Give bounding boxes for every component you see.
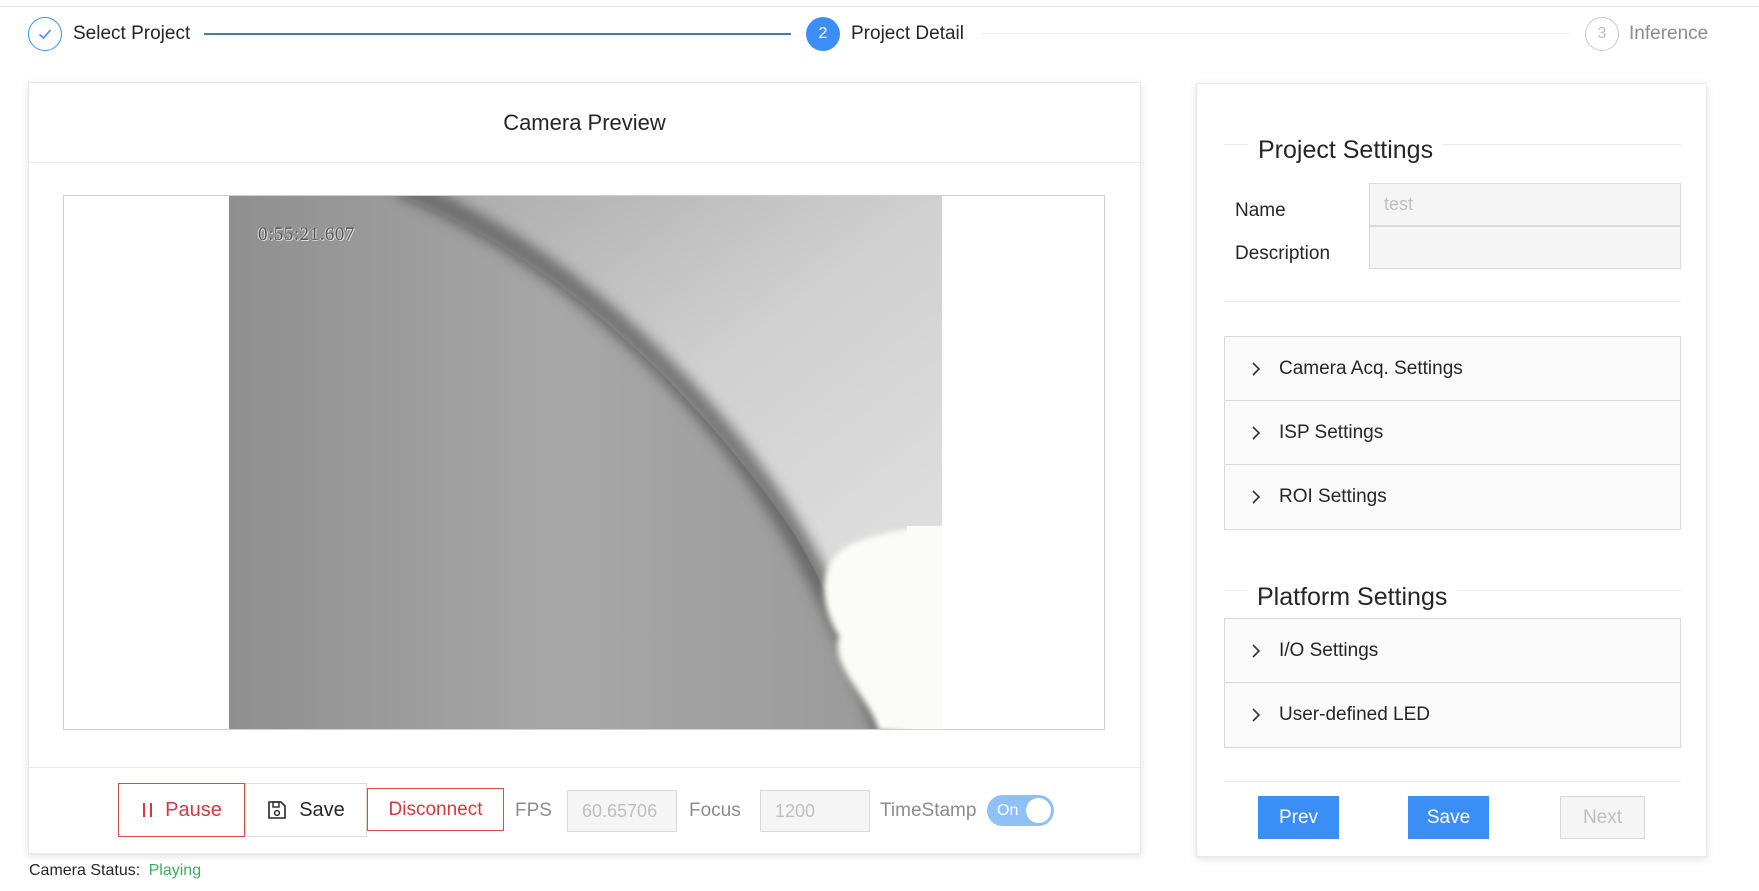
step-3-label[interactable]: Inference <box>1629 17 1708 51</box>
chevron-right-icon <box>1249 425 1263 440</box>
disconnect-label: Disconnect <box>388 798 483 820</box>
description-input[interactable] <box>1369 226 1681 269</box>
save-icon <box>268 801 287 819</box>
name-label: Name <box>1235 200 1286 221</box>
camera-preview-title: Camera Preview <box>29 83 1140 163</box>
prev-button[interactable]: Prev <box>1258 796 1339 839</box>
fps-label: FPS <box>515 800 552 821</box>
nav-divider <box>1224 781 1681 782</box>
toggle-knob <box>1026 798 1051 823</box>
description-label: Description <box>1235 243 1331 264</box>
collapse-roi-label: ROI Settings <box>1279 486 1387 507</box>
pause-button-label: Pause <box>165 798 222 821</box>
camera-timestamp-overlay: 0:55:21.607 <box>258 224 355 245</box>
step-1-connector <box>204 33 791 35</box>
step-2-connector <box>981 33 1569 34</box>
chevron-right-icon <box>1249 708 1263 722</box>
step-2-number: 2 <box>818 25 828 42</box>
step-2-circle[interactable]: 2 <box>806 17 840 51</box>
camera-status-label: Camera Status: <box>29 862 141 879</box>
platform-settings-title: Platform Settings <box>1247 583 1458 612</box>
camera-preview-card: Camera Preview 0:55:21.607 Pause Save Di… <box>28 82 1141 854</box>
save-frame-button[interactable]: Save <box>245 783 367 837</box>
collapse-led[interactable]: User-defined LED <box>1225 683 1680 747</box>
timestamp-toggle-text: On <box>997 801 1019 819</box>
step-1-circle[interactable] <box>28 17 62 51</box>
collapse-roi[interactable]: ROI Settings <box>1225 465 1680 529</box>
chevron-right-icon <box>1249 490 1263 504</box>
focus-input[interactable]: 1200 <box>760 790 870 832</box>
step-2-label[interactable]: Project Detail <box>851 17 964 51</box>
collapse-camera-acq-label: Camera Acq. Settings <box>1279 357 1463 379</box>
camera-preview-frame: 0:55:21.607 <box>63 195 1105 730</box>
name-input[interactable]: test <box>1369 183 1681 226</box>
check-icon <box>38 29 52 40</box>
camera-status-value: Playing <box>148 862 202 879</box>
timestamp-toggle[interactable]: On <box>987 795 1054 826</box>
project-settings-title: Project Settings <box>1248 136 1444 165</box>
chevron-right-icon <box>1249 361 1263 376</box>
collapse-isp[interactable]: ISP Settings <box>1225 401 1680 465</box>
project-form-divider <box>1224 301 1681 302</box>
fps-input[interactable]: 60.65706 <box>567 790 677 832</box>
next-button[interactable]: Next <box>1560 796 1645 839</box>
focus-label: Focus <box>689 800 741 821</box>
step-1-label[interactable]: Select Project <box>73 17 190 51</box>
disconnect-button[interactable]: Disconnect <box>367 788 504 831</box>
chevron-right-icon <box>1249 643 1263 658</box>
save-project-button[interactable]: Save <box>1408 796 1489 839</box>
collapse-io[interactable]: I/O Settings <box>1225 619 1680 683</box>
preview-footer-divider <box>29 767 1140 768</box>
collapse-isp-label: ISP Settings <box>1279 421 1384 443</box>
camera-image <box>229 196 942 729</box>
timestamp-label: TimeStamp <box>880 800 977 821</box>
step-3-number: 3 <box>1597 25 1607 42</box>
pause-icon <box>143 803 153 817</box>
platform-settings-collapse: I/O Settings User-defined LED <box>1224 618 1681 748</box>
collapse-led-label: User-defined LED <box>1279 704 1431 725</box>
step-3-circle[interactable]: 3 <box>1585 17 1619 51</box>
save-frame-label: Save <box>299 798 345 821</box>
collapse-io-label: I/O Settings <box>1279 639 1379 661</box>
steps-bar: Select Project 2 Project Detail 3 Infere… <box>0 0 1759 70</box>
pause-button[interactable]: Pause <box>118 783 245 837</box>
project-settings-collapse: Camera Acq. Settings ISP Settings ROI Se… <box>1224 336 1681 530</box>
camera-status: Camera Status: Playing <box>29 862 201 880</box>
collapse-camera-acq[interactable]: Camera Acq. Settings <box>1225 337 1680 401</box>
